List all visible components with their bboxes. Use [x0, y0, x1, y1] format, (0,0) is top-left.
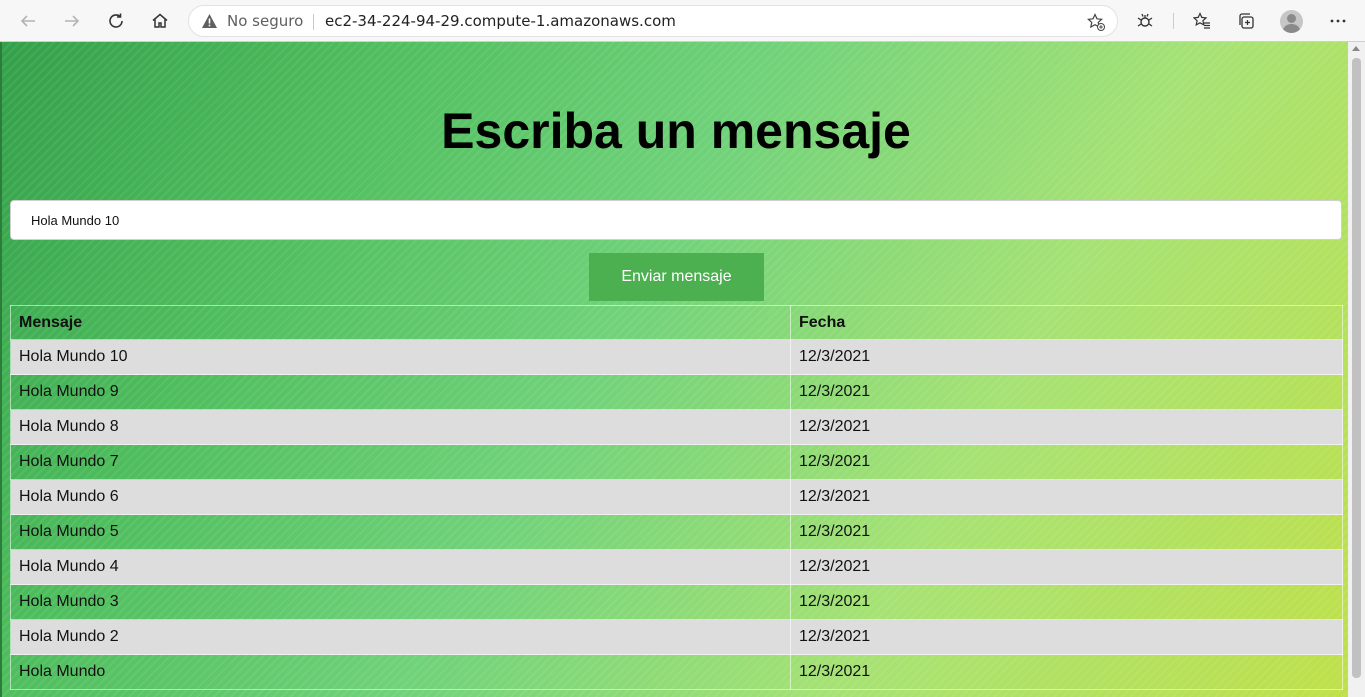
table-row: Hola Mundo 2 12/3/2021 [10, 619, 1343, 655]
security-label[interactable]: No seguro [227, 12, 303, 30]
messages-table: Mensaje Fecha Hola Mundo 10 12/3/2021 Ho… [10, 305, 1343, 690]
message-cell: Hola Mundo 9 [10, 374, 791, 410]
message-cell: Hola Mundo 8 [10, 409, 791, 445]
back-icon[interactable] [12, 6, 44, 36]
scroll-thumb[interactable] [1352, 58, 1361, 678]
table-header-row: Mensaje Fecha [10, 305, 1343, 340]
page-title: Escriba un mensaje [441, 103, 911, 159]
profile-avatar[interactable] [1280, 10, 1303, 33]
collections-icon[interactable] [1230, 6, 1262, 36]
date-cell: 12/3/2021 [790, 339, 1343, 375]
extension-icon[interactable] [1129, 6, 1161, 36]
forward-icon[interactable] [56, 6, 88, 36]
table-row: Hola Mundo 6 12/3/2021 [10, 479, 1343, 515]
table-row: Hola Mundo 9 12/3/2021 [10, 374, 1343, 410]
date-cell: 12/3/2021 [790, 584, 1343, 620]
message-cell: Hola Mundo 2 [10, 619, 791, 655]
date-cell: 12/3/2021 [790, 514, 1343, 550]
table-row: Hola Mundo 12/3/2021 [10, 654, 1343, 690]
scroll-up-arrow-icon[interactable] [1352, 46, 1360, 51]
message-input[interactable] [10, 200, 1342, 240]
column-header-fecha: Fecha [790, 305, 1343, 340]
address-divider [313, 14, 314, 30]
message-cell: Hola Mundo 3 [10, 584, 791, 620]
table-row: Hola Mundo 10 12/3/2021 [10, 339, 1343, 375]
date-cell: 12/3/2021 [790, 549, 1343, 585]
message-cell: Hola Mundo 4 [10, 549, 791, 585]
browser-toolbar: No seguro ec2-34-224-94-29.compute-1.ama… [0, 0, 1365, 42]
message-cell: Hola Mundo 5 [10, 514, 791, 550]
column-header-mensaje: Mensaje [10, 305, 791, 340]
page-viewport: Escriba un mensaje Enviar mensaje Mensaj… [0, 42, 1365, 697]
date-cell: 12/3/2021 [790, 374, 1343, 410]
page-content: Escriba un mensaje Enviar mensaje Mensaj… [0, 42, 1348, 697]
favorites-icon[interactable] [1186, 6, 1218, 36]
toolbar-divider [1173, 13, 1174, 29]
warning-icon[interactable] [201, 13, 218, 29]
table-row: Hola Mundo 4 12/3/2021 [10, 549, 1343, 585]
table-row: Hola Mundo 7 12/3/2021 [10, 444, 1343, 480]
vertical-scrollbar[interactable] [1348, 42, 1365, 697]
date-cell: 12/3/2021 [790, 654, 1343, 690]
add-favorite-icon[interactable] [1085, 11, 1107, 33]
address-bar[interactable]: No seguro ec2-34-224-94-29.compute-1.ama… [188, 5, 1118, 37]
message-cell: Hola Mundo [10, 654, 791, 690]
more-icon[interactable] [1322, 6, 1354, 36]
date-cell: 12/3/2021 [790, 444, 1343, 480]
table-row: Hola Mundo 5 12/3/2021 [10, 514, 1343, 550]
send-message-button[interactable]: Enviar mensaje [589, 253, 764, 301]
home-icon[interactable] [144, 6, 176, 36]
message-cell: Hola Mundo 6 [10, 479, 791, 515]
reload-icon[interactable] [100, 6, 132, 36]
table-row: Hola Mundo 8 12/3/2021 [10, 409, 1343, 445]
date-cell: 12/3/2021 [790, 479, 1343, 515]
url-text[interactable]: ec2-34-224-94-29.compute-1.amazonaws.com [325, 12, 676, 30]
message-cell: Hola Mundo 7 [10, 444, 791, 480]
date-cell: 12/3/2021 [790, 409, 1343, 445]
table-row: Hola Mundo 3 12/3/2021 [10, 584, 1343, 620]
date-cell: 12/3/2021 [790, 619, 1343, 655]
message-cell: Hola Mundo 10 [10, 339, 791, 375]
